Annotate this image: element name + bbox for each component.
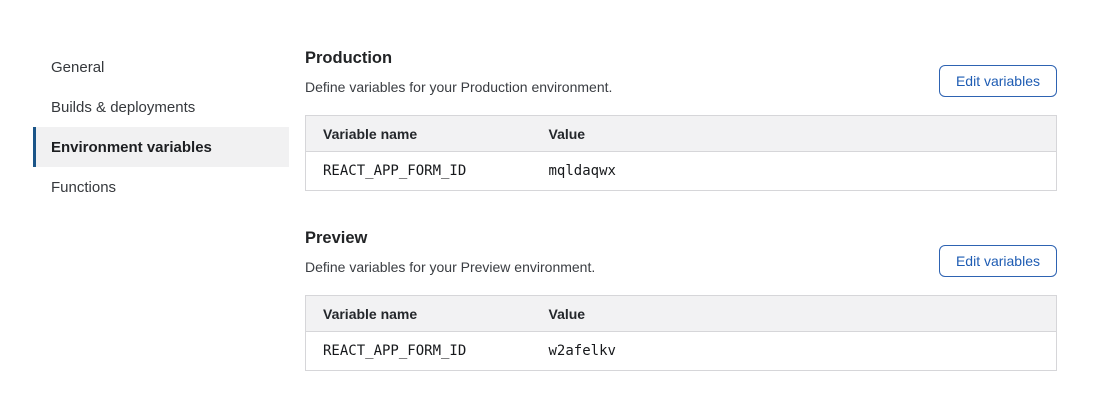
preview-edit-variables-button[interactable]: Edit variables [939, 245, 1057, 277]
sidebar-item-label: Environment variables [51, 139, 212, 156]
table-row: REACT_APP_FORM_ID w2afelkv [306, 332, 1057, 371]
production-section: Production Define variables for your Pro… [305, 48, 1057, 191]
sidebar-item-functions[interactable]: Functions [33, 167, 289, 207]
value-header: Value [549, 296, 1057, 332]
preview-variables-table: Variable name Value REACT_APP_FORM_ID w2… [305, 295, 1057, 371]
production-edit-variables-button[interactable]: Edit variables [939, 65, 1057, 97]
variable-name-header: Variable name [306, 296, 549, 332]
variable-name-cell: REACT_APP_FORM_ID [306, 152, 549, 191]
variable-name-header: Variable name [306, 116, 549, 152]
value-header: Value [549, 116, 1057, 152]
environment-variables-settings-page: General Builds & deployments Environment… [0, 0, 1100, 420]
sidebar-item-general[interactable]: General [33, 47, 289, 87]
variable-name-cell: REACT_APP_FORM_ID [306, 332, 549, 371]
settings-sidebar: General Builds & deployments Environment… [33, 47, 289, 207]
value-cell: mqldaqwx [549, 152, 1057, 191]
value-cell: w2afelkv [549, 332, 1057, 371]
table-header-row: Variable name Value [306, 116, 1057, 152]
preview-section: Preview Define variables for your Previe… [305, 228, 1057, 371]
table-header-row: Variable name Value [306, 296, 1057, 332]
sidebar-item-builds-deployments[interactable]: Builds & deployments [33, 87, 289, 127]
sidebar-item-label: General [51, 59, 104, 76]
table-row: REACT_APP_FORM_ID mqldaqwx [306, 152, 1057, 191]
sidebar-item-environment-variables[interactable]: Environment variables [33, 127, 289, 167]
production-variables-table: Variable name Value REACT_APP_FORM_ID mq… [305, 115, 1057, 191]
sidebar-item-label: Builds & deployments [51, 99, 195, 116]
sidebar-item-label: Functions [51, 179, 116, 196]
